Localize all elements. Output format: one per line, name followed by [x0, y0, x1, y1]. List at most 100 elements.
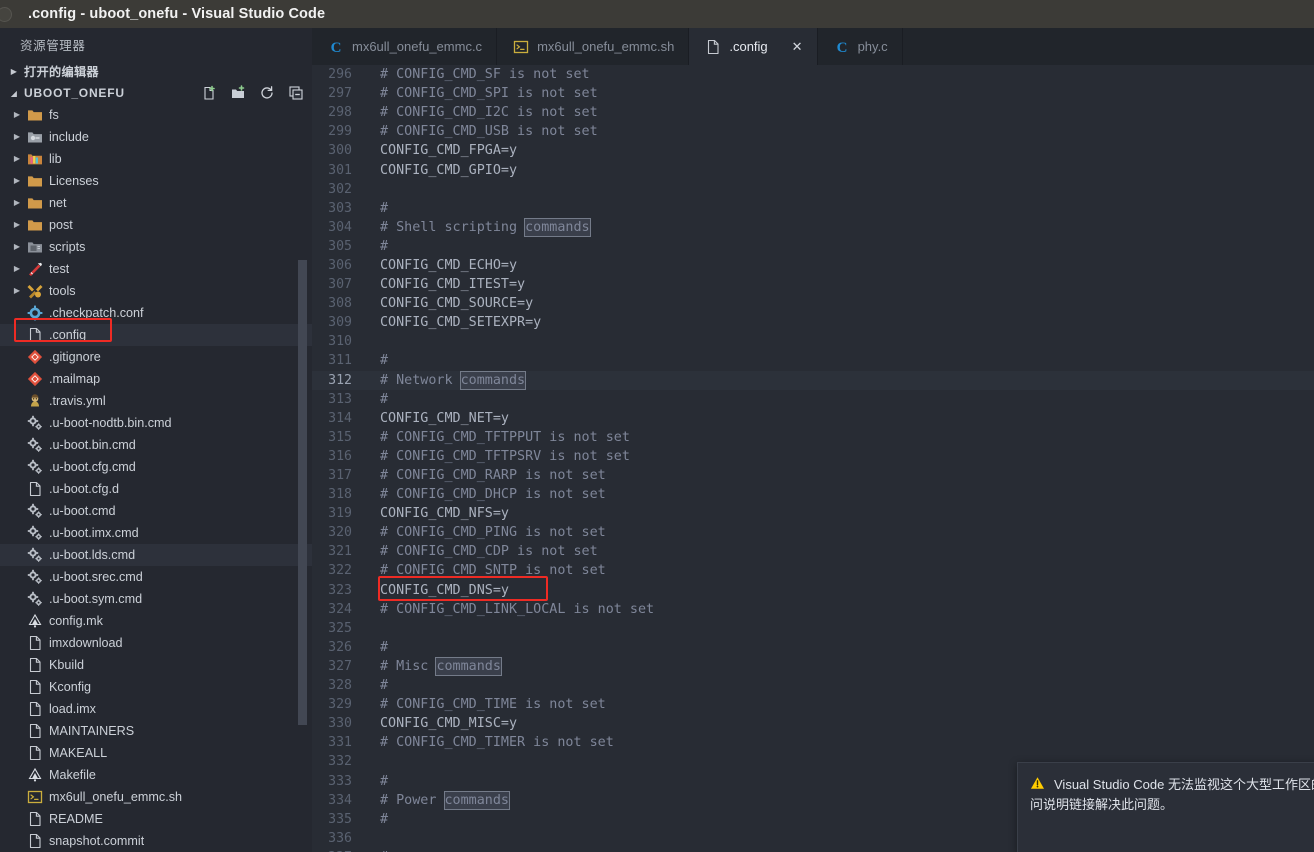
chevron-right-icon[interactable]: ▶ [8, 199, 26, 207]
tree-file-row[interactable]: .u-boot.imx.cmd [0, 522, 312, 544]
code-line[interactable]: 315 # CONFIG_CMD_TFTPPUT is not set [312, 428, 1314, 447]
code-line[interactable]: 307 CONFIG_CMD_ITEST=y [312, 275, 1314, 294]
git-red-icon [26, 371, 44, 387]
code-line[interactable]: 299 # CONFIG_CMD_USB is not set [312, 122, 1314, 141]
editor-tab[interactable]: Cmx6ull_onefu_emmc.c [312, 28, 498, 65]
code-line[interactable]: 310 [312, 332, 1314, 351]
code-line[interactable]: 320 # CONFIG_CMD_PING is not set [312, 523, 1314, 542]
code-line[interactable]: 298 # CONFIG_CMD_I2C is not set [312, 103, 1314, 122]
tree-file-row[interactable]: .u-boot.lds.cmd [0, 544, 312, 566]
code-line[interactable]: 308 CONFIG_CMD_SOURCE=y [312, 294, 1314, 313]
chevron-right-icon[interactable]: ▶ [8, 177, 26, 185]
code-line[interactable]: 318 # CONFIG_CMD_DHCP is not set [312, 485, 1314, 504]
chevron-right-icon[interactable]: ▶ [8, 265, 26, 273]
tree-file-row[interactable]: .u-boot.cfg.d [0, 478, 312, 500]
tree-file-row[interactable]: Kconfig [0, 676, 312, 698]
code-line[interactable]: 304 # Shell scripting commands [312, 217, 1314, 237]
tree-folder-row[interactable]: ▶ scripts [0, 236, 312, 258]
tree-file-row[interactable]: .u-boot.sym.cmd [0, 588, 312, 610]
notification-toast[interactable]: Visual Studio Code 无法监视这个大型工作区的 问说明链接解决此… [1017, 762, 1314, 852]
gears-grey-icon [26, 525, 44, 541]
tree-file-row[interactable]: load.imx [0, 698, 312, 720]
chevron-right-icon[interactable]: ▶ [8, 287, 26, 295]
code-line[interactable]: 326 # [312, 638, 1314, 657]
sidebar-scrollbar[interactable] [298, 260, 307, 725]
code-line[interactable]: 329 # CONFIG_CMD_TIME is not set [312, 695, 1314, 714]
chevron-right-icon[interactable]: ▶ [8, 111, 26, 119]
selected-word: commands [435, 656, 502, 676]
tree-folder-row[interactable]: ▶ tools [0, 280, 312, 302]
code-line[interactable]: 301 CONFIG_CMD_GPIO=y [312, 160, 1314, 179]
code-text: # CONFIG_CMD_TFTPPUT is not set [380, 429, 630, 445]
tree-file-row[interactable]: .gitignore [0, 346, 312, 368]
chevron-right-icon[interactable]: ▶ [8, 155, 26, 163]
code-line[interactable]: 317 # CONFIG_CMD_RARP is not set [312, 466, 1314, 485]
tree-file-row[interactable]: .travis.yml [0, 390, 312, 412]
tree-file-row[interactable]: .u-boot-nodtb.bin.cmd [0, 412, 312, 434]
tree-folder-row[interactable]: ▶ fs [0, 104, 312, 126]
tree-file-row[interactable]: .u-boot.bin.cmd [0, 434, 312, 456]
code-line[interactable]: 321 # CONFIG_CMD_CDP is not set [312, 542, 1314, 561]
code-text: # [380, 238, 389, 254]
close-icon[interactable]: ✕ [792, 40, 803, 53]
tree-folder-row[interactable]: ▶ include [0, 126, 312, 148]
code-line[interactable]: 328 # [312, 676, 1314, 695]
tree-file-row[interactable]: MAKEALL [0, 742, 312, 764]
code-line[interactable]: 330 CONFIG_CMD_MISC=y [312, 714, 1314, 733]
tree-file-row[interactable]: .u-boot.srec.cmd [0, 566, 312, 588]
code-line[interactable]: 319 CONFIG_CMD_NFS=y [312, 504, 1314, 523]
tree-file-row[interactable]: .config [0, 324, 312, 346]
code-line[interactable]: 312 # Network commands [312, 370, 1314, 390]
chevron-right-icon[interactable]: ▶ [8, 221, 26, 229]
tree-file-row[interactable]: Kbuild [0, 654, 312, 676]
tree-file-row[interactable]: README [0, 808, 312, 830]
tree-folder-row[interactable]: ▶ lib [0, 148, 312, 170]
code-line[interactable]: 309 CONFIG_CMD_SETEXPR=y [312, 313, 1314, 332]
code-editor[interactable]: 296 # CONFIG_CMD_SF is not set 297 # CONFIG… [312, 65, 1314, 852]
tree-file-row[interactable]: config.mk [0, 610, 312, 632]
tree-folder-row[interactable]: ▶ Licenses [0, 170, 312, 192]
code-line[interactable]: 322 # CONFIG_CMD_SNTP is not set [312, 561, 1314, 580]
workspace-root-section[interactable]: ◢ UBOOT_ONEFU [0, 82, 312, 104]
open-editors-section[interactable]: ▶ 打开的编辑器 [0, 60, 312, 82]
chevron-right-icon[interactable]: ▶ [8, 243, 26, 251]
code-line[interactable]: 300 CONFIG_CMD_FPGA=y [312, 141, 1314, 160]
code-line[interactable]: 306 CONFIG_CMD_ECHO=y [312, 256, 1314, 275]
chevron-right-icon[interactable]: ▶ [8, 133, 26, 141]
code-line[interactable]: 302 [312, 180, 1314, 199]
tree-file-row[interactable]: .checkpatch.conf [0, 302, 312, 324]
tree-file-row[interactable]: MAINTAINERS [0, 720, 312, 742]
line-number: 325 [328, 620, 352, 636]
tree-file-row[interactable]: Makefile [0, 764, 312, 786]
code-line[interactable]: 327 # Misc commands [312, 656, 1314, 676]
code-line[interactable]: 325 [312, 619, 1314, 638]
tree-file-row[interactable]: .u-boot.cfg.cmd [0, 456, 312, 478]
new-folder-icon[interactable] [230, 85, 246, 101]
tree-folder-row[interactable]: ▶ test [0, 258, 312, 280]
code-line[interactable]: 297 # CONFIG_CMD_SPI is not set [312, 84, 1314, 103]
tree-file-row[interactable]: imxdownload [0, 632, 312, 654]
collapse-all-icon[interactable] [288, 85, 304, 101]
code-line[interactable]: 316 # CONFIG_CMD_TFTPSRV is not set [312, 447, 1314, 466]
code-line[interactable]: 303 # [312, 199, 1314, 218]
editor-tab[interactable]: .config ✕ [689, 28, 818, 65]
editor-tab[interactable]: Cphy.c [817, 28, 903, 65]
code-line[interactable]: 314 CONFIG_CMD_NET=y [312, 409, 1314, 428]
new-file-icon[interactable] [201, 85, 217, 101]
refresh-icon[interactable] [259, 85, 275, 101]
tree-file-row[interactable]: snapshot.commit [0, 830, 312, 852]
tree-file-row[interactable]: .u-boot.cmd [0, 500, 312, 522]
tree-folder-row[interactable]: ▶ post [0, 214, 312, 236]
code-line[interactable]: 331 # CONFIG_CMD_TIMER is not set [312, 733, 1314, 752]
window-control-button[interactable] [0, 6, 12, 22]
tree-file-row[interactable]: mx6ull_onefu_emmc.sh [0, 786, 312, 808]
code-line[interactable]: 305 # [312, 237, 1314, 256]
code-line[interactable]: 311 # [312, 351, 1314, 370]
editor-tab[interactable]: mx6ull_onefu_emmc.sh [497, 28, 690, 65]
code-line[interactable]: 296 # CONFIG_CMD_SF is not set [312, 65, 1314, 84]
tree-file-row[interactable]: .mailmap [0, 368, 312, 390]
code-line[interactable]: 324 # CONFIG_CMD_LINK_LOCAL is not set [312, 600, 1314, 619]
tree-folder-row[interactable]: ▶ net [0, 192, 312, 214]
code-line[interactable]: 323 CONFIG_CMD_DNS=y [312, 581, 1314, 600]
code-line[interactable]: 313 # [312, 390, 1314, 409]
